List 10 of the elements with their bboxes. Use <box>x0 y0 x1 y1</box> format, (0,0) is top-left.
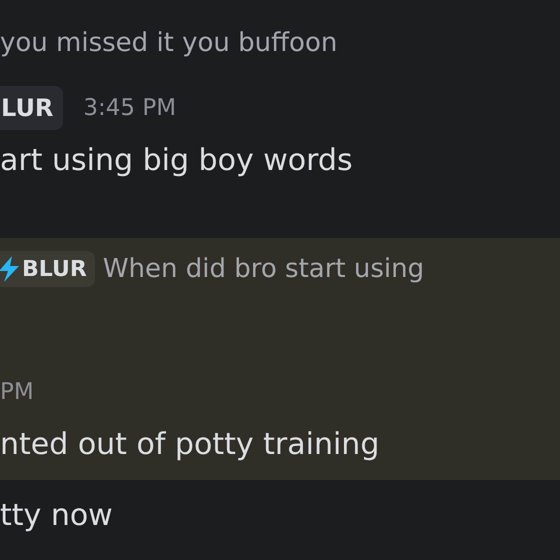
message-text: tty now <box>0 496 113 534</box>
timestamp: 3:45 PM <box>83 94 176 123</box>
message-text: you missed it you buffoon <box>0 26 338 60</box>
reply-preview: When did bro start using <box>102 252 424 286</box>
role-tag: BLUR <box>0 251 95 287</box>
role-tag: LUR <box>0 86 64 130</box>
timestamp: PM <box>0 378 34 407</box>
lightning-icon <box>0 255 20 283</box>
message-text: art using big boy words <box>0 142 353 180</box>
message-text: nted out of potty training <box>0 426 380 464</box>
